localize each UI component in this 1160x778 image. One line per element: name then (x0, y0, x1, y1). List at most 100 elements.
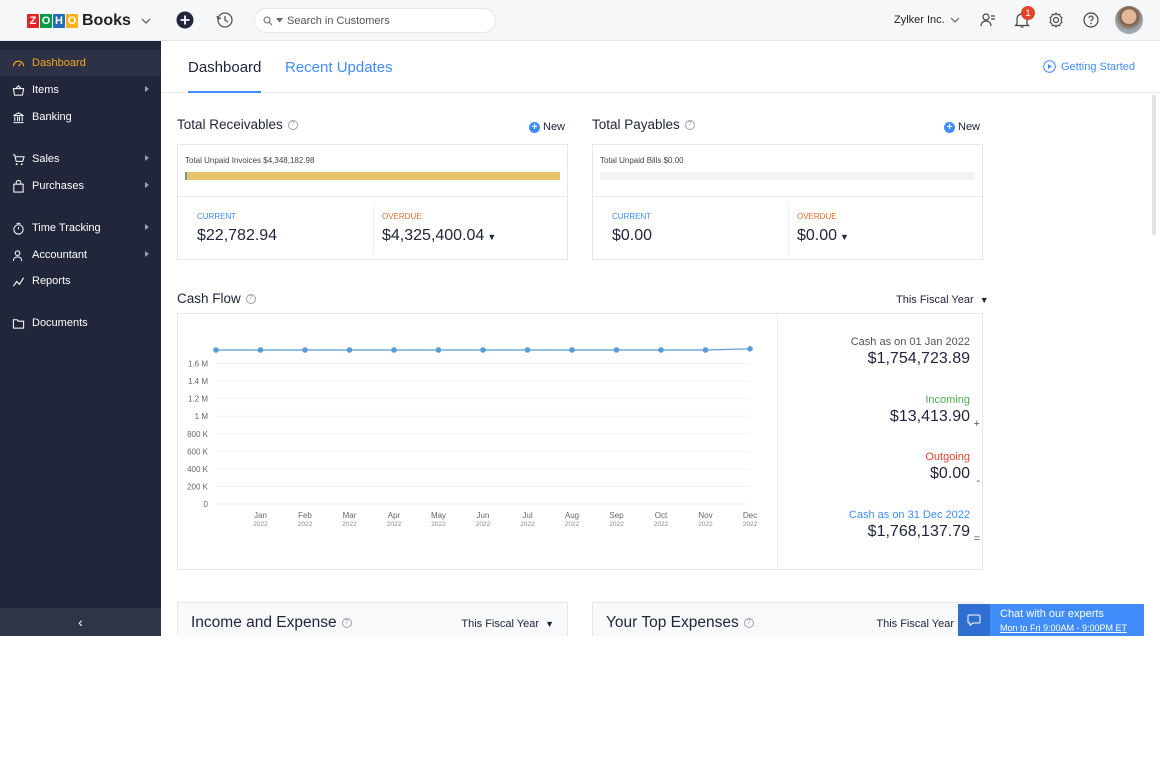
items-icon (12, 84, 25, 96)
x-tick-sublabel: 2022 (476, 521, 491, 528)
cash-end-amount: $1,768,137.79 (867, 523, 970, 540)
cashflow-chart: 0 200 K 400 K 600 K 800 K 1 M 1.2 M 1.4 M 1.6 M J… (187, 345, 758, 528)
chat-hours: Mon to Fri 9:00AM - 9:00PM ET (1000, 623, 1128, 633)
divider (593, 196, 982, 197)
sidebar-item-sales[interactable]: Sales (0, 146, 161, 172)
zoho-logo: Z O H O (27, 13, 78, 28)
brand-switcher[interactable]: Z O H O Books (0, 0, 161, 41)
logo-letter: O (66, 13, 78, 28)
x-tick-label: Feb (298, 511, 312, 520)
timer-icon (13, 222, 24, 235)
caret-down-icon: ▼ (545, 619, 554, 629)
top-expenses-card: Your Top Expenses? This Fiscal Year ▼ (592, 602, 983, 636)
sidebar-item-label: Sales (32, 153, 60, 165)
x-tick-label: Apr (388, 511, 401, 520)
cashflow-period-dropdown[interactable]: This Fiscal Year ▼ (896, 294, 989, 306)
sidebar-item-banking[interactable]: Banking (0, 104, 161, 130)
cash-incoming: Incoming $13,413.90 + (890, 394, 980, 430)
avatar[interactable] (1115, 6, 1143, 34)
sidebar-item-items[interactable]: Items (0, 77, 161, 103)
sidebar-item-label: Documents (32, 317, 88, 329)
getting-started-link[interactable]: Getting Started (1043, 60, 1135, 73)
bag-icon (13, 179, 24, 193)
sidebar-item-reports[interactable]: Reports (0, 268, 161, 294)
cash-end-label: Cash as on 31 Dec 2022 (848, 509, 970, 521)
current-amount[interactable]: $0.00 (612, 227, 652, 245)
expand-arrow-icon (145, 155, 149, 161)
organization-switcher[interactable]: Zylker Inc. (894, 14, 960, 26)
cash-start-label: Cash as on 01 Jan 2022 (850, 336, 970, 348)
x-tick-sublabel: 2022 (298, 521, 313, 528)
users-icon[interactable] (978, 10, 998, 30)
payables-title: Total Payables? (592, 117, 695, 132)
x-tick-label: Dec (743, 511, 757, 520)
chat-widget[interactable]: Chat with our experts Mon to Fri 9:00AM … (958, 604, 1144, 636)
help-icon[interactable]: ? (341, 618, 352, 628)
new-bill-button[interactable]: + New (944, 121, 980, 133)
divider (178, 196, 567, 197)
sidebar-item-dashboard[interactable]: Dashboard (0, 50, 161, 76)
help-icon[interactable]: ? (287, 119, 298, 130)
add-circle-icon[interactable] (175, 10, 195, 30)
history-icon[interactable] (215, 10, 235, 30)
payables-card: Total Unpaid Bills $0.00 CURRENT $0.00 O… (592, 144, 983, 260)
caret-down-icon: ▼ (487, 232, 497, 242)
caret-down-icon: ▼ (840, 232, 849, 242)
help-icon[interactable]: ? (245, 293, 256, 304)
sidebar-item-documents[interactable]: Documents (0, 310, 161, 336)
sidebar-item-label: Items (32, 84, 59, 96)
scrollbar[interactable] (1152, 95, 1156, 235)
collapse-sidebar-button[interactable]: ‹ (0, 608, 161, 636)
sidebar-item-time-tracking[interactable]: Time Tracking (0, 215, 161, 241)
caret-down-icon[interactable] (276, 18, 283, 23)
help-icon[interactable]: ? (684, 119, 695, 130)
notification-badge: 1 (1021, 6, 1035, 20)
chat-icon (958, 604, 990, 636)
cashflow-card: 0 200 K 400 K 600 K 800 K 1 M 1.2 M 1.4 M 1.6 M J… (177, 313, 983, 570)
receivables-progress-fill (185, 172, 560, 180)
getting-started-label: Getting Started (1061, 60, 1135, 73)
cashflow-summary: Cash as on 01 Jan 2022 $1,754,723.89 Inc… (777, 314, 982, 569)
sidebar-item-accountant[interactable]: Accountant (0, 242, 161, 268)
tab-dashboard[interactable]: Dashboard (188, 59, 262, 93)
sidebar-item-label: Dashboard (32, 57, 86, 69)
data-point (658, 347, 664, 353)
new-invoice-button[interactable]: + New (529, 121, 565, 133)
cashflow-title: Cash Flow? (177, 291, 256, 306)
play-circle-icon (1043, 60, 1056, 73)
data-point (480, 347, 486, 353)
expand-arrow-icon (145, 251, 149, 257)
data-point (213, 347, 219, 353)
sidebar-item-label: Purchases (32, 180, 84, 192)
divider (372, 203, 374, 255)
sidebar-item-label: Banking (32, 111, 72, 123)
help-icon[interactable] (1081, 10, 1101, 30)
search-input[interactable]: Search in Customers (287, 15, 390, 27)
expenses-period-dropdown[interactable]: This Fiscal Year ▼ (876, 618, 969, 630)
overdue-amount-dropdown[interactable]: $0.00 ▼ (797, 227, 849, 245)
overdue-amount-dropdown[interactable]: $4,325,400.04 ▼ (382, 227, 496, 245)
main-content: Dashboard Recent Updates Getting Started… (161, 41, 1160, 636)
help-icon[interactable]: ? (743, 618, 754, 628)
gear-icon[interactable] (1046, 10, 1066, 30)
income-period-dropdown[interactable]: This Fiscal Year ▼ (461, 618, 554, 630)
chevron-down-icon (141, 18, 151, 24)
unpaid-bills-text: Total Unpaid Bills $0.00 (600, 156, 684, 165)
x-tick-sublabel: 2022 (342, 521, 357, 528)
overdue-amount: $4,325,400.04 (382, 227, 485, 244)
search-box[interactable]: Search in Customers (254, 8, 496, 33)
x-tick-label: Jun (477, 511, 490, 520)
plus-icon: + (529, 121, 540, 133)
x-tick-label: Jul (522, 511, 532, 520)
x-tick-sublabel: 2022 (609, 521, 624, 528)
tab-recent-updates[interactable]: Recent Updates (285, 59, 393, 76)
receivables-card: Total Unpaid Invoices $4,348,182.98 CURR… (177, 144, 568, 260)
y-tick-label: 0 (204, 500, 209, 509)
section-title: Income and Expense (191, 614, 337, 631)
x-tick-sublabel: 2022 (520, 521, 535, 528)
y-tick-label: 1 M (195, 412, 209, 421)
sidebar-item-purchases[interactable]: Purchases (0, 173, 161, 199)
minus-sign: - (976, 475, 980, 487)
current-amount[interactable]: $22,782.94 (197, 227, 277, 245)
x-tick-sublabel: 2022 (431, 521, 446, 528)
